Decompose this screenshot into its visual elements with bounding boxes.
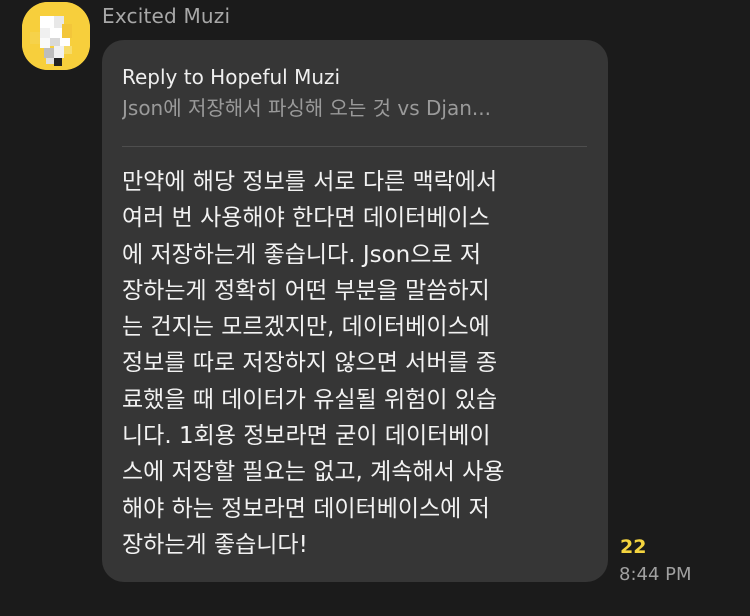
message-line: 정보를 따로 저장하지 않으면 서버를 종	[122, 350, 498, 377]
message-line: 료했을 때 데이터가 유실될 위험이 있습	[122, 386, 498, 413]
muzi-avatar-icon	[22, 2, 90, 70]
reply-title: Reply to Hopeful Muzi	[122, 65, 341, 89]
message-line: 장하는게 정확히 어떤 부분을 말씀하지	[122, 277, 490, 304]
chat-screen: Excited Muzi Reply to Hopeful Muzi Json에…	[0, 0, 750, 616]
message-line: 니다. 1회용 정보라면 굳이 데이터베이	[122, 423, 491, 450]
unread-count-badge: 22	[620, 536, 647, 558]
reply-divider	[122, 146, 587, 147]
reply-quote[interactable]: Reply to Hopeful Muzi Json에 저장해서 파싱해 오는 …	[122, 62, 587, 124]
message-line: 는 건지는 모르겠지만, 데이터베이스에	[122, 314, 490, 341]
reply-snippet: Json에 저장해서 파싱해 오는 것 vs Djan...	[122, 96, 491, 120]
message-bubble[interactable]: Reply to Hopeful Muzi Json에 저장해서 파싱해 오는 …	[102, 40, 608, 582]
message-line: 에 저장하는게 좋습니다. Json으로 저	[122, 241, 482, 268]
message-line: 여러 번 사용해야 한다면 데이터베이스	[122, 205, 490, 232]
message-line: 만약에 해당 정보를 서로 다른 맥락에서	[122, 169, 498, 195]
message-text: 만약에 해당 정보를 서로 다른 맥락에서 여러 번 사용해야 한다면 데이터베…	[122, 164, 592, 563]
message-timestamp: 8:44 PM	[619, 564, 692, 585]
message-line: 스에 저장할 필요는 없고, 계속해서 사용	[122, 459, 505, 486]
sender-name: Excited Muzi	[102, 4, 231, 28]
message-line: 해야 하는 정보라면 데이터베이스에 저	[122, 495, 490, 522]
sender-avatar[interactable]	[22, 2, 90, 70]
message-line: 장하는게 좋습니다!	[122, 531, 308, 558]
